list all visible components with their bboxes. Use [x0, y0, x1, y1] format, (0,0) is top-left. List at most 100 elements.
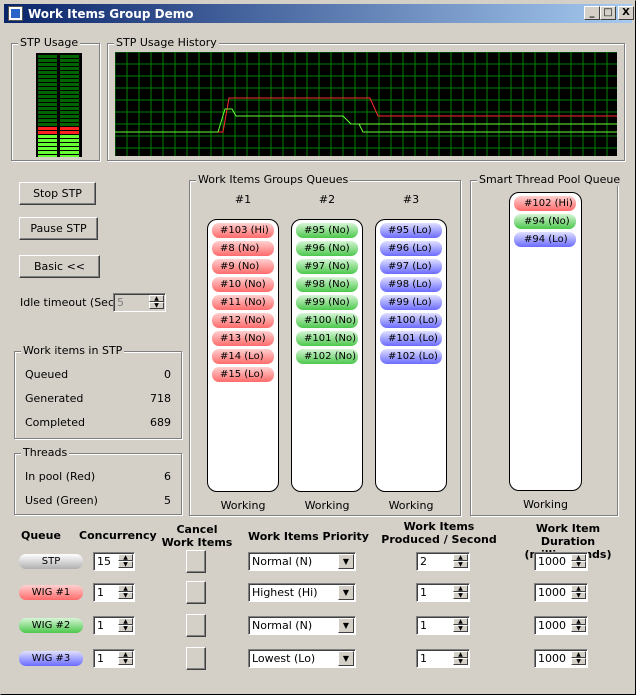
concurrency-spinner[interactable]: 1 ▲ ▼	[93, 616, 135, 635]
meter-segment	[38, 119, 57, 122]
produced-header: Work Items Produced / Second	[381, 520, 497, 546]
cancel-work-items-button[interactable]	[186, 550, 206, 573]
dropdown-arrow-icon[interactable]: ▼	[338, 651, 354, 666]
duration-arrows[interactable]: ▲ ▼	[571, 554, 586, 569]
down-arrow-icon[interactable]: ▼	[571, 658, 586, 665]
produced-value: 1	[420, 586, 427, 599]
produced-value: 2	[420, 555, 427, 568]
down-arrow-icon[interactable]: ▼	[571, 592, 586, 599]
cancel-work-items-button[interactable]	[186, 614, 206, 637]
produced-arrows[interactable]: ▲ ▼	[453, 651, 468, 666]
idle-timeout-spinner[interactable]: 5 ▲ ▼	[113, 293, 166, 312]
down-arrow-icon[interactable]: ▼	[118, 592, 133, 599]
priority-select[interactable]: Normal (N) ▼	[248, 616, 356, 635]
meter-segment	[38, 87, 57, 90]
up-arrow-icon[interactable]: ▲	[571, 618, 586, 625]
queued-value: 0	[164, 368, 171, 381]
minimize-button[interactable]: _	[584, 6, 600, 20]
duration-spinner[interactable]: 1000 ▲ ▼	[534, 649, 588, 668]
maximize-button[interactable]: □	[600, 6, 616, 20]
stp-queue-group: Smart Thread Pool Queue #102 (Hi) #94 (No…	[470, 173, 623, 516]
dropdown-arrow-icon[interactable]: ▼	[338, 585, 354, 600]
duration-arrows[interactable]: ▲ ▼	[571, 651, 586, 666]
meter-segment	[38, 107, 57, 110]
title-bar[interactable]: Work Items Group Demo _ □ X	[4, 4, 634, 23]
produced-arrows[interactable]: ▲ ▼	[453, 554, 468, 569]
concurrency-arrows[interactable]: ▲ ▼	[118, 651, 133, 666]
down-arrow-icon[interactable]: ▼	[118, 625, 133, 632]
up-arrow-icon[interactable]: ▲	[453, 618, 468, 625]
pause-stp-button[interactable]: Pause STP	[19, 217, 98, 240]
wig-column-header: #3	[402, 193, 420, 206]
cancel-work-items-button[interactable]	[186, 581, 206, 604]
down-arrow-icon[interactable]: ▼	[118, 561, 133, 568]
produced-spinner[interactable]: 1 ▲ ▼	[416, 583, 470, 602]
stop-stp-button[interactable]: Stop STP	[19, 182, 96, 205]
app-icon	[8, 6, 23, 21]
meter-segment	[60, 59, 79, 62]
concurrency-spinner[interactable]: 1 ▲ ▼	[93, 583, 135, 602]
priority-select[interactable]: Lowest (Lo) ▼	[248, 649, 356, 668]
down-arrow-icon[interactable]: ▼	[118, 658, 133, 665]
duration-arrows[interactable]: ▲ ▼	[571, 618, 586, 633]
priority-select[interactable]: Highest (Hi) ▼	[248, 583, 356, 602]
concurrency-arrows[interactable]: ▲ ▼	[118, 554, 133, 569]
duration-spinner[interactable]: 1000 ▲ ▼	[534, 616, 588, 635]
produced-arrows[interactable]: ▲ ▼	[453, 585, 468, 600]
queue-item: #96 (No)	[296, 241, 358, 256]
up-arrow-icon[interactable]: ▲	[453, 651, 468, 658]
meter-segment	[60, 123, 79, 126]
meter-segment	[38, 155, 57, 157]
concurrency-spinner[interactable]: 1 ▲ ▼	[93, 649, 135, 668]
meter-segment	[38, 111, 57, 114]
up-arrow-icon[interactable]: ▲	[453, 554, 468, 561]
up-arrow-icon[interactable]: ▲	[118, 585, 133, 592]
cancel-work-items-button[interactable]	[186, 647, 206, 670]
up-arrow-icon[interactable]: ▲	[118, 651, 133, 658]
duration-spinner[interactable]: 1000 ▲ ▼	[534, 552, 588, 571]
idle-timeout-label: Idle timeout (Sec):	[20, 296, 122, 309]
completed-label: Completed	[25, 416, 85, 429]
close-button[interactable]: X	[618, 6, 634, 20]
up-arrow-icon[interactable]: ▲	[571, 651, 586, 658]
queue-item: #9 (No)	[212, 259, 274, 274]
used-label: Used (Green)	[25, 494, 98, 507]
down-arrow-icon[interactable]: ▼	[571, 625, 586, 632]
up-arrow-icon[interactable]: ▲	[571, 554, 586, 561]
meter-segment	[60, 75, 79, 78]
duration-value: 1000	[538, 555, 566, 568]
queue-item: #100 (No)	[296, 313, 358, 328]
down-arrow-icon[interactable]: ▼	[453, 625, 468, 632]
produced-spinner[interactable]: 1 ▲ ▼	[416, 649, 470, 668]
produced-arrows[interactable]: ▲ ▼	[453, 618, 468, 633]
threads-group: Threads In pool (Red) 6 Used (Green) 5	[14, 446, 182, 515]
queue-item: #101 (No)	[296, 331, 358, 346]
concurrency-arrows[interactable]: ▲ ▼	[118, 585, 133, 600]
dropdown-arrow-icon[interactable]: ▼	[338, 618, 354, 633]
priority-value: Normal (N)	[252, 555, 313, 568]
basic-toggle-button[interactable]: Basic <<	[19, 255, 100, 278]
produced-value: 1	[420, 619, 427, 632]
down-arrow-icon[interactable]: ▼	[571, 561, 586, 568]
meter-segment	[60, 155, 79, 157]
duration-arrows[interactable]: ▲ ▼	[571, 585, 586, 600]
concurrency-spinner[interactable]: 15 ▲ ▼	[93, 552, 135, 571]
duration-spinner[interactable]: 1000 ▲ ▼	[534, 583, 588, 602]
concurrency-arrows[interactable]: ▲ ▼	[118, 618, 133, 633]
up-arrow-icon[interactable]: ▲	[571, 585, 586, 592]
priority-select[interactable]: Normal (N) ▼	[248, 552, 356, 571]
meter-segment	[38, 139, 57, 142]
up-arrow-icon[interactable]: ▲	[118, 618, 133, 625]
down-arrow-icon[interactable]: ▼	[453, 561, 468, 568]
down-arrow-icon[interactable]: ▼	[453, 658, 468, 665]
in-pool-label: In pool (Red)	[25, 470, 96, 483]
produced-spinner[interactable]: 1 ▲ ▼	[416, 616, 470, 635]
meter-segment	[60, 119, 79, 122]
completed-value: 689	[150, 416, 171, 429]
up-arrow-icon[interactable]: ▲	[118, 554, 133, 561]
queue-item: #12 (No)	[212, 313, 274, 328]
up-arrow-icon[interactable]: ▲	[453, 585, 468, 592]
produced-spinner[interactable]: 2 ▲ ▼	[416, 552, 470, 571]
dropdown-arrow-icon[interactable]: ▼	[338, 554, 354, 569]
down-arrow-icon[interactable]: ▼	[453, 592, 468, 599]
